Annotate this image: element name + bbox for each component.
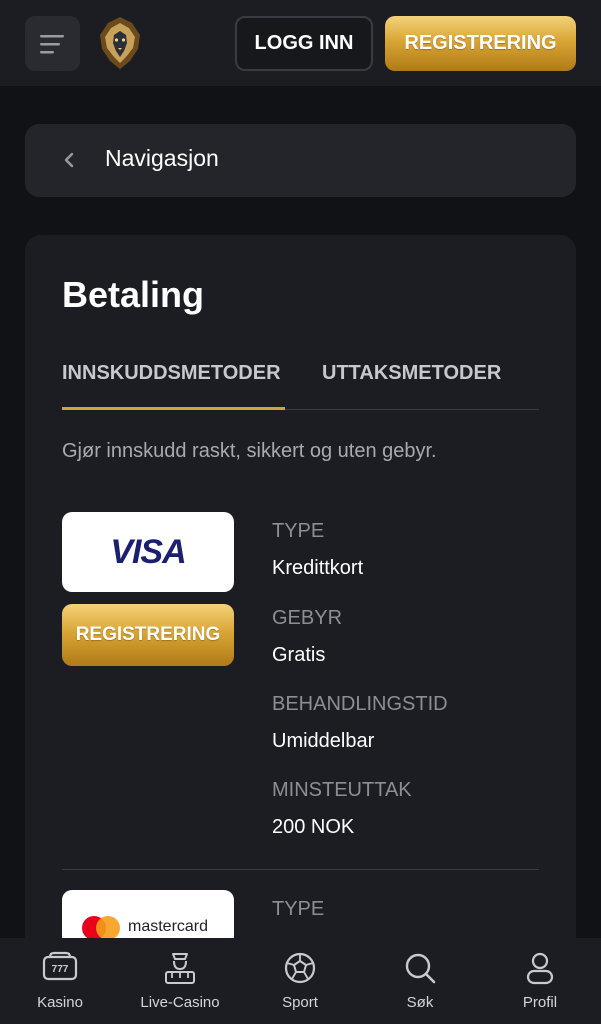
bottom-nav-search[interactable]: Søk: [365, 938, 475, 1024]
field-fee-label: GEBYR: [272, 607, 343, 629]
payment-card: [25, 235, 576, 955]
field-processing-label: BEHANDLINGSTID: [272, 693, 448, 715]
bottom-nav-profile[interactable]: Profil: [485, 938, 595, 1024]
bottom-nav-kasino[interactable]: 777 Kasino: [5, 938, 115, 1024]
visa-logo: VISA: [62, 512, 234, 592]
top-header: LOGG INN REGISTRERING: [0, 0, 601, 86]
bottom-navigation: 777 Kasino Live-Casino Sport Søk Profil: [0, 938, 601, 1024]
field-type-value: Kredittkort: [272, 557, 364, 579]
mastercard-brand: mastercard: [128, 918, 209, 935]
dealer-icon: [165, 953, 195, 984]
field-minimum-value: 200 NOK: [272, 816, 355, 838]
intro-text: Gjør innskudd raskt, sikkert og uten geb…: [62, 440, 437, 462]
tab-withdrawal-methods[interactable]: UTTAKSMETODER: [322, 362, 501, 385]
chevron-left-icon[interactable]: [60, 148, 78, 172]
bottom-nav-label: Sport: [282, 994, 318, 1011]
lion-logo[interactable]: [96, 15, 144, 71]
mastercard-logo: mastercard: [62, 890, 234, 938]
active-tab-indicator: [62, 407, 285, 410]
visa-brand: VISA: [110, 532, 186, 571]
soccer-ball-icon: [284, 952, 316, 984]
bottom-nav-label: Kasino: [37, 994, 83, 1011]
login-button[interactable]: LOGG INN: [235, 16, 373, 71]
user-icon: [526, 952, 554, 985]
field-fee-value: Gratis: [272, 644, 326, 666]
bottom-nav-label: Profil: [522, 994, 558, 1011]
visa-register-button[interactable]: REGISTRERING: [62, 604, 234, 666]
method-divider: [62, 869, 539, 870]
bottom-nav-sport[interactable]: Sport: [245, 938, 355, 1024]
bottom-nav-live-casino[interactable]: Live-Casino: [125, 938, 235, 1024]
search-icon: [405, 953, 436, 984]
field-processing-value: Umiddelbar: [272, 730, 375, 752]
register-button[interactable]: REGISTRERING: [385, 16, 576, 71]
slot-machine-icon: 777: [42, 951, 78, 981]
navigation-title[interactable]: Navigasjon: [105, 145, 219, 172]
field-minimum-label: MINSTEUTTAK: [272, 779, 412, 801]
field-type-label-2: TYPE: [272, 898, 325, 920]
bottom-nav-label: Live-Casino: [140, 994, 220, 1011]
page-title: Betaling: [62, 274, 205, 315]
tab-deposit-methods[interactable]: INNSKUDDSMETODER: [62, 362, 281, 385]
hamburger-icon: [39, 34, 64, 53]
lion-logo-icon: [100, 17, 140, 69]
field-type-label: TYPE: [272, 520, 325, 542]
svg-text:777: 777: [52, 964, 69, 975]
mastercard-yellow-circle: [96, 916, 120, 938]
bottom-nav-label: Søk: [406, 994, 434, 1011]
menu-button[interactable]: [25, 16, 80, 71]
